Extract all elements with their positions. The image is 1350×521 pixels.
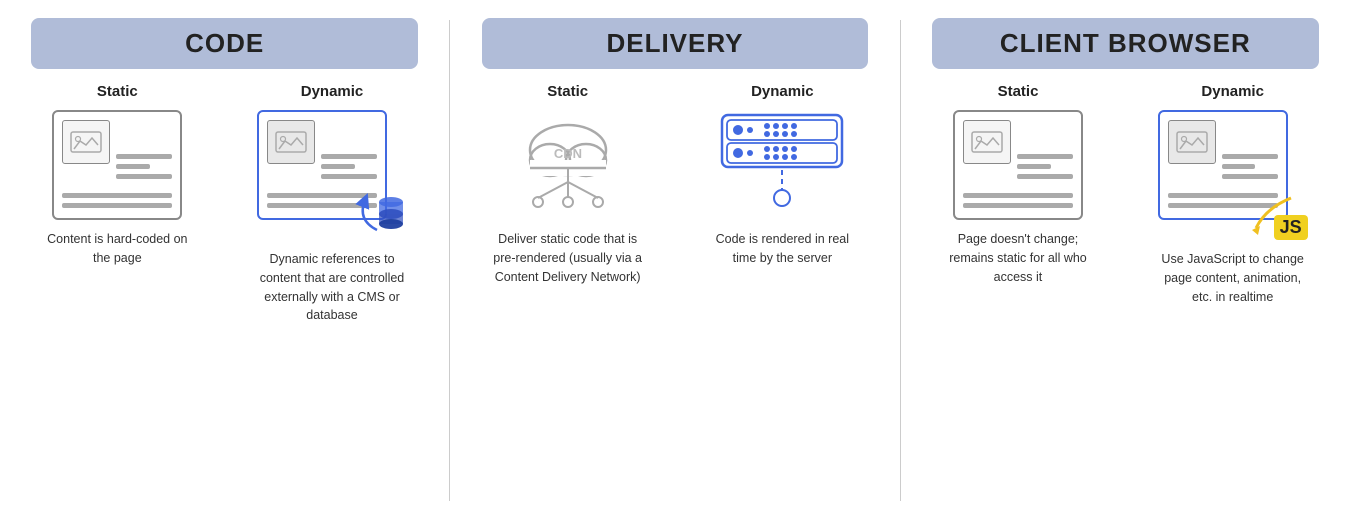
delivery-columns: Static CDN [460,83,889,507]
client-dynamic-title: Dynamic [1201,83,1264,100]
delivery-dynamic-desc: Code is rendered in real time by the ser… [702,230,862,268]
client-dynamic-col: Dynamic [1125,83,1340,507]
client-static-title: Static [998,83,1039,100]
delivery-dynamic-title: Dynamic [751,83,814,100]
delivery-static-desc: Deliver static code that is pre-rendered… [488,230,648,286]
code-dynamic-wrapper [257,110,407,240]
code-static-bottom [62,193,172,208]
delivery-header: DELIVERY [482,18,868,69]
client-section: CLIENT BROWSER Static [901,0,1350,521]
svg-text:CDN: CDN [554,146,582,161]
code-static-col: Static Con [10,83,225,507]
cdn-svg: CDN [498,110,638,220]
delivery-static-col: Static CDN [460,83,675,507]
client-static-img [963,120,1011,164]
client-static-bottom [963,193,1073,208]
client-header: CLIENT BROWSER [932,18,1318,69]
client-columns: Static Pag [911,83,1340,507]
js-badge: JS [1274,215,1308,240]
code-dynamic-title: Dynamic [301,83,364,100]
cdn-cloud-wrapper: CDN [498,110,638,220]
client-dynamic-wrapper: JS [1158,110,1308,240]
client-dynamic-desc: Use JavaScript to change page content, a… [1153,250,1313,306]
delivery-section: DELIVERY Static CDN [450,0,899,521]
code-columns: Static Con [10,83,439,507]
code-static-desc: Content is hard-coded on the page [37,230,197,268]
client-dynamic-img [1168,120,1216,164]
code-section: CODE Static [0,0,449,521]
code-static-title: Static [97,83,138,100]
client-title: CLIENT BROWSER [1000,28,1251,58]
code-header: CODE [31,18,417,69]
client-static-col: Static Pag [911,83,1126,507]
code-title: CODE [185,28,264,58]
delivery-static-title: Static [547,83,588,100]
client-static-doc [953,110,1083,220]
client-static-desc: Page doesn't change; remains static for … [938,230,1098,286]
code-dynamic-desc: Dynamic references to content that are c… [252,250,412,325]
code-static-doc [52,110,182,220]
delivery-title: DELIVERY [606,28,743,58]
delivery-dynamic-col: Dynamic [675,83,890,507]
server-wrapper [712,110,852,220]
code-dynamic-img [267,120,315,164]
db-arrow-svg [347,180,407,240]
code-static-img [62,120,110,164]
code-dynamic-col: Dynamic [225,83,440,507]
server-svg [712,110,852,220]
